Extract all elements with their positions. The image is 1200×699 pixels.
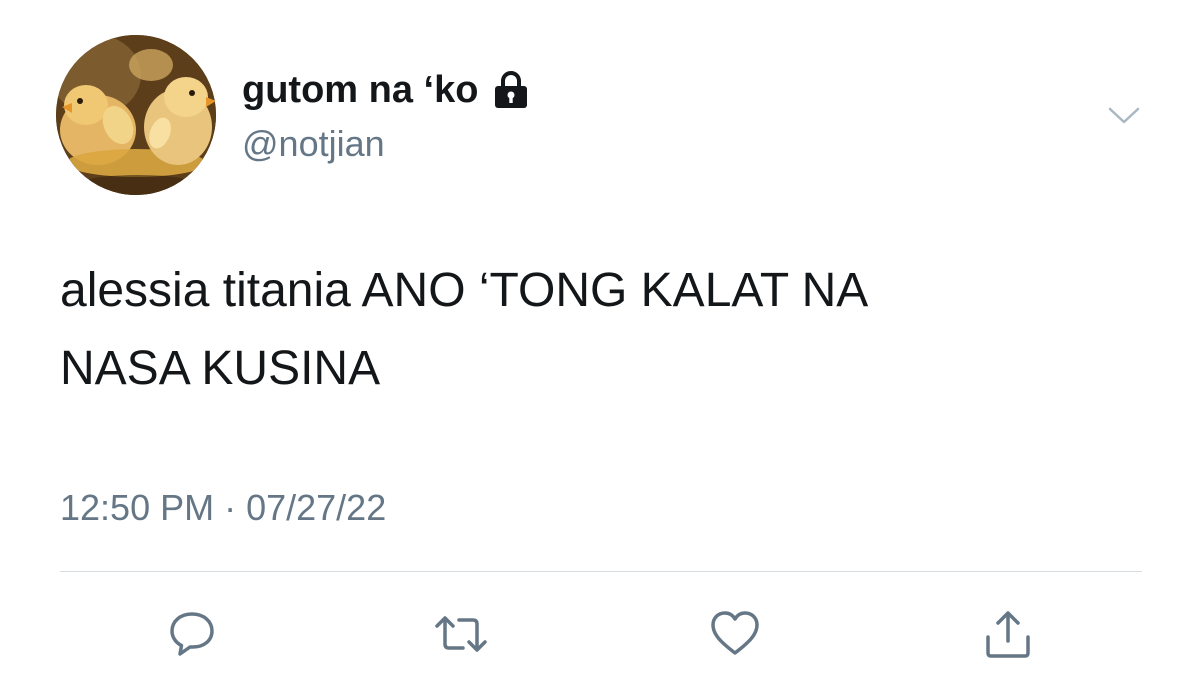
divider: [60, 571, 1142, 572]
chevron-down-icon[interactable]: [1104, 100, 1144, 130]
avatar[interactable]: [56, 35, 216, 195]
like-button[interactable]: [705, 604, 765, 664]
user-handle[interactable]: @notjian: [242, 120, 385, 168]
tweet-text-line: NASA KUSINA: [60, 342, 381, 395]
share-upload-icon: [986, 611, 1030, 658]
tweet-text: alessia titania ANO ‘TONG KALAT NA NASA …: [60, 252, 1140, 408]
display-name[interactable]: gutom na ‘ko: [242, 66, 530, 114]
lock-icon: [492, 70, 530, 110]
speech-bubble-icon: [170, 612, 214, 656]
heart-icon: [711, 611, 759, 655]
display-name-text: gutom na ‘ko: [242, 69, 479, 111]
tweet-timestamp[interactable]: 12:50 PM · 07/27/22: [60, 484, 386, 532]
reply-button[interactable]: [162, 604, 222, 664]
tweet-card: gutom na ‘ko @notjian alessia titania AN…: [0, 0, 1200, 699]
retweet-button[interactable]: [431, 604, 491, 664]
tweet-text-line: alessia titania ANO ‘TONG KALAT NA: [60, 264, 869, 317]
share-button[interactable]: [978, 604, 1038, 664]
retweet-arrows-icon: [435, 616, 487, 652]
